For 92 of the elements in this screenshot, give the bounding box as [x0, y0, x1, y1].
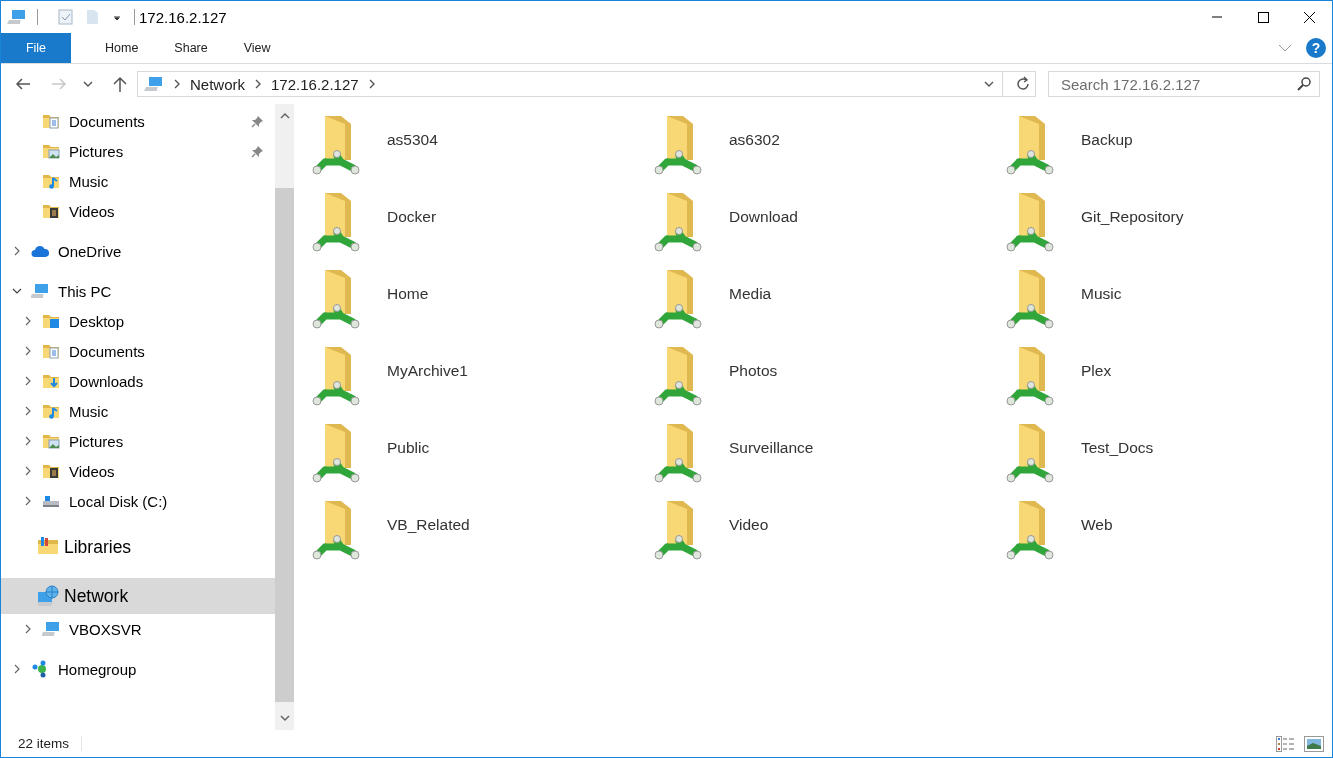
close-icon: [1303, 11, 1315, 23]
chevron-right-icon[interactable]: [23, 316, 33, 326]
folder-item[interactable]: Plex: [1002, 339, 1314, 416]
folder-item[interactable]: Photos: [650, 339, 994, 416]
nav-item[interactable]: Libraries: [1, 529, 275, 565]
pictures-folder-icon: [42, 432, 60, 450]
videos-folder-icon: [42, 202, 60, 220]
folder-item[interactable]: VB_Related: [308, 493, 642, 570]
refresh-icon: [1015, 76, 1031, 92]
downloads-folder-icon: [42, 372, 60, 390]
folder-item[interactable]: Test_Docs: [1002, 416, 1314, 493]
ribbon-tab[interactable]: Home: [88, 33, 156, 63]
file-menu-button[interactable]: File: [1, 33, 71, 63]
caret-icon[interactable]: [112, 13, 122, 21]
folder-item[interactable]: Music: [1002, 262, 1314, 339]
homegroup-icon: [31, 660, 49, 678]
chevron-right-icon[interactable]: [23, 346, 33, 356]
nav-item[interactable]: VBOXSVR: [1, 614, 275, 644]
nav-item[interactable]: Pictures: [1, 136, 275, 166]
documents-folder-icon: [42, 342, 60, 360]
folder-item[interactable]: Web: [1002, 493, 1314, 570]
music-folder-icon: [42, 402, 60, 420]
folder-item[interactable]: MyArchive1: [308, 339, 642, 416]
videos-folder-icon: [42, 462, 60, 480]
computer-icon: [31, 282, 49, 300]
computer-icon: [7, 8, 27, 26]
chevron-right-icon[interactable]: [254, 79, 262, 89]
folder-item[interactable]: Download: [650, 185, 994, 262]
folder-item[interactable]: Public: [308, 416, 642, 493]
network-icon: [37, 585, 59, 607]
folder-item[interactable]: Git_Repository: [1002, 185, 1314, 262]
help-button[interactable]: ?: [1306, 38, 1326, 58]
nav-item[interactable]: Downloads: [1, 366, 275, 396]
chevron-right-icon[interactable]: [23, 436, 33, 446]
chevron-right-icon[interactable]: [23, 406, 33, 416]
up-arrow-icon[interactable]: [113, 76, 127, 92]
folder-item[interactable]: Backup: [1002, 108, 1314, 185]
chevron-right-icon[interactable]: [23, 496, 33, 506]
search-box[interactable]: Search 172.16.2.127: [1048, 71, 1320, 97]
breadcrumb-item[interactable]: 172.16.2.127: [271, 75, 359, 93]
computer-icon: [144, 75, 164, 93]
scrollbar[interactable]: [275, 104, 294, 730]
folder-item[interactable]: Home: [308, 262, 642, 339]
nav-item[interactable]: Desktop: [1, 306, 275, 336]
computer-icon: [42, 620, 60, 638]
documents-folder-icon: [42, 112, 60, 130]
chevron-right-icon[interactable]: [23, 624, 33, 634]
folder-item[interactable]: Docker: [308, 185, 642, 262]
nav-item[interactable]: Homegroup: [1, 654, 275, 684]
search-icon[interactable]: [1297, 77, 1311, 91]
chevron-right-icon[interactable]: [12, 664, 22, 674]
folder-item[interactable]: as5304: [308, 108, 642, 185]
chevron-down-icon[interactable]: [12, 286, 22, 296]
ribbon-tab[interactable]: View: [226, 33, 288, 63]
folder-item[interactable]: as6302: [650, 108, 994, 185]
breadcrumb-item[interactable]: Network: [190, 75, 245, 93]
chevron-right-icon[interactable]: [23, 466, 33, 476]
pictures-folder-icon: [42, 142, 60, 160]
nav-item[interactable]: Local Disk (C:): [1, 486, 275, 516]
chevron-down-icon[interactable]: [83, 81, 93, 87]
nav-item[interactable]: Documents: [1, 336, 275, 366]
folder-item[interactable]: Video: [650, 493, 994, 570]
chevron-down-icon[interactable]: [984, 81, 994, 87]
nav-item[interactable]: This PC: [1, 276, 275, 306]
window-title: 172.16.2.127: [139, 8, 227, 26]
search-field[interactable]: Search 172.16.2.127: [1061, 75, 1291, 93]
large-icons-view-icon[interactable]: [1304, 735, 1324, 752]
nav-item[interactable]: Network: [1, 578, 275, 614]
folder-item[interactable]: Media: [650, 262, 994, 339]
scroll-down-icon[interactable]: [279, 715, 290, 721]
folder-item[interactable]: Surveillance: [650, 416, 994, 493]
ribbon-tab[interactable]: Share: [157, 33, 225, 63]
item-count: 22 items: [18, 736, 83, 751]
back-arrow-icon[interactable]: [15, 77, 31, 91]
address-field[interactable]: Network 172.16.2.127: [137, 71, 1036, 97]
chevron-right-icon[interactable]: [367, 79, 376, 89]
maximize-icon: [1257, 11, 1269, 23]
music-folder-icon: [42, 172, 60, 190]
nav-item[interactable]: Videos: [1, 196, 275, 226]
scroll-up-icon[interactable]: [279, 113, 290, 119]
nav-item[interactable]: Pictures: [1, 426, 275, 456]
scrollbar-thumb[interactable]: [275, 188, 294, 702]
chevron-right-icon[interactable]: [23, 376, 33, 386]
chevron-right-icon[interactable]: [12, 246, 22, 256]
nav-item[interactable]: OneDrive: [1, 236, 275, 266]
details-view-icon[interactable]: [1276, 735, 1296, 752]
nav-item[interactable]: Music: [1, 166, 275, 196]
chevron-right-icon[interactable]: [173, 79, 181, 89]
nav-item[interactable]: Music: [1, 396, 275, 426]
desktop-folder-icon: [42, 312, 60, 330]
nav-item[interactable]: Documents: [1, 106, 275, 136]
nav-item[interactable]: Videos: [1, 456, 275, 486]
